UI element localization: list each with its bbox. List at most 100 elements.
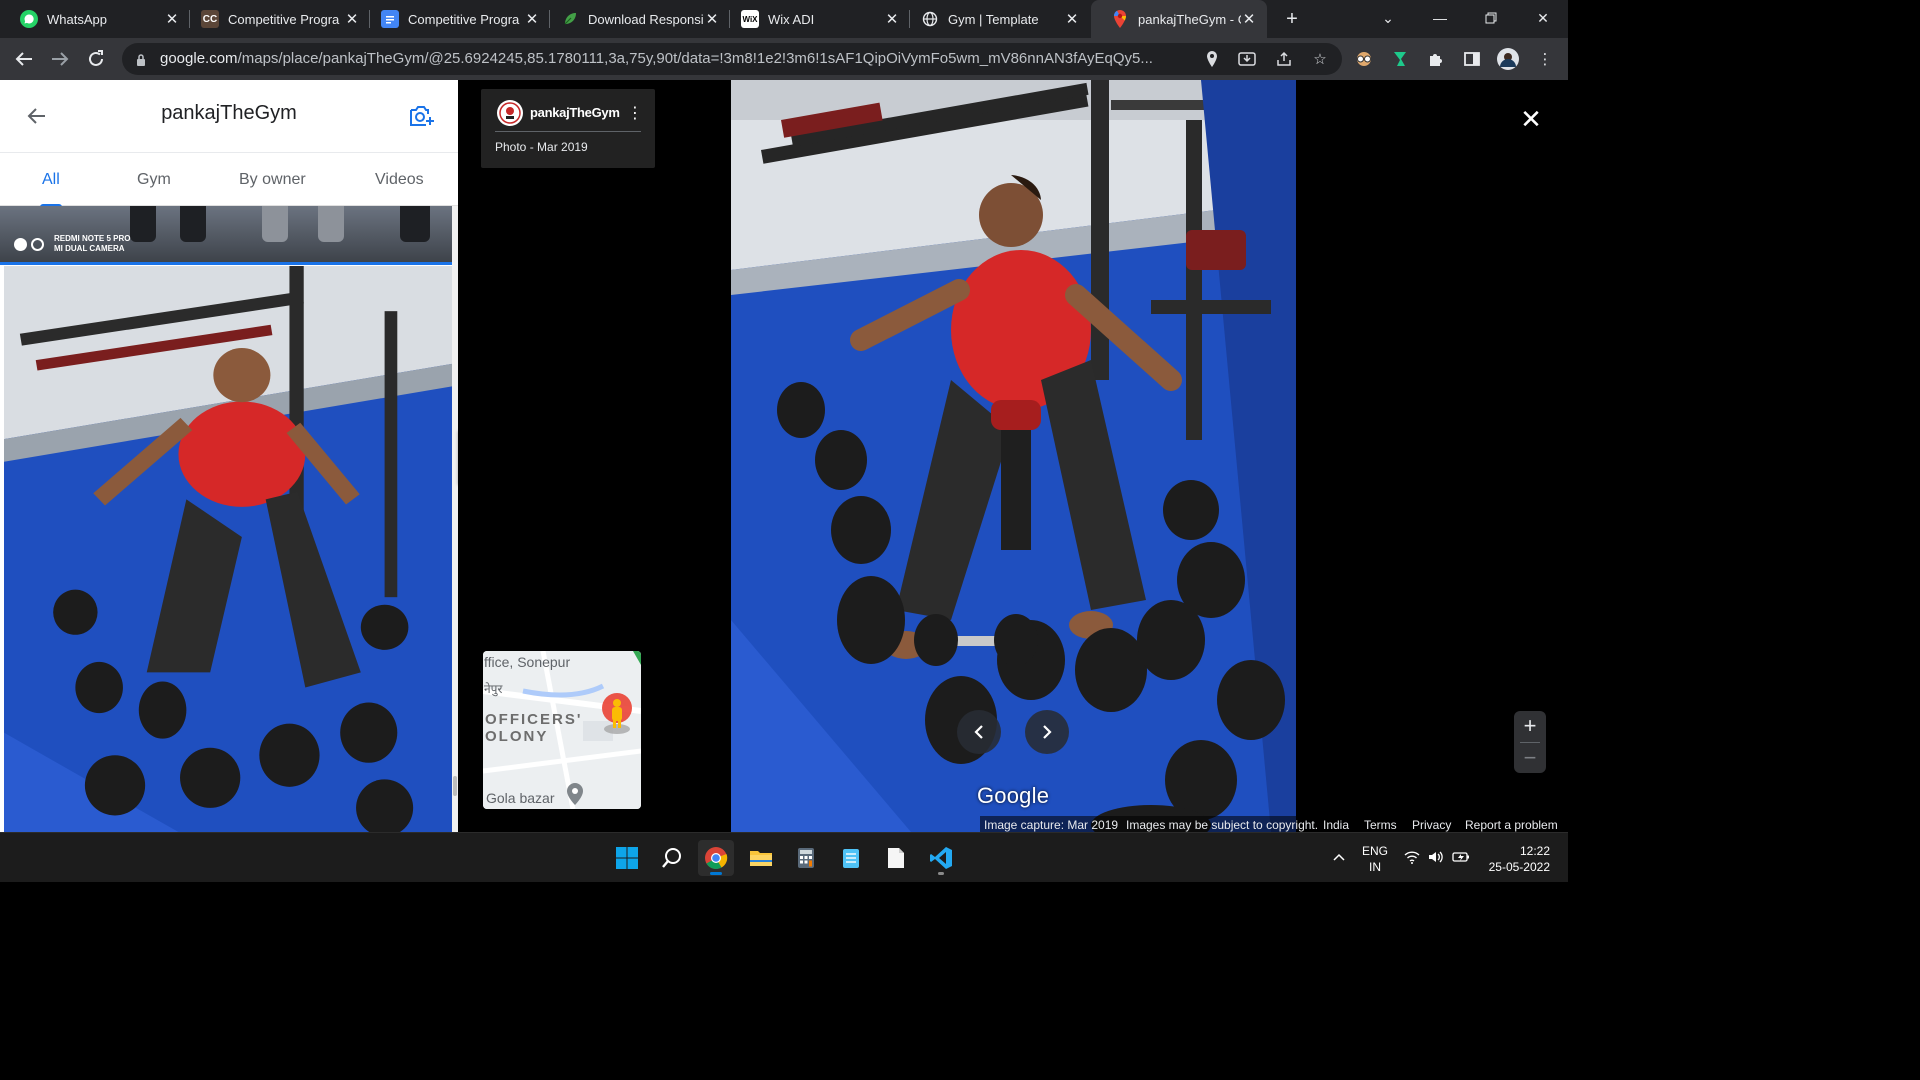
- mini-map[interactable]: ffice, Sonepur नेपुर OFFICERS' OLONY Gol…: [483, 651, 641, 809]
- bookmark-star-icon[interactable]: ☆: [1310, 49, 1330, 69]
- location-pin-icon[interactable]: [1202, 49, 1222, 69]
- calculator-icon[interactable]: [788, 840, 824, 876]
- country-link[interactable]: India: [1323, 818, 1349, 832]
- restore-icon[interactable]: [1476, 4, 1506, 32]
- notepad-icon[interactable]: [833, 840, 869, 876]
- close-viewer-icon[interactable]: ✕: [1516, 104, 1546, 134]
- file-explorer-icon[interactable]: [743, 840, 779, 876]
- privacy-link[interactable]: Privacy: [1412, 818, 1451, 832]
- map-label-officers: OFFICERS': [485, 711, 583, 728]
- show-hidden-icons-icon[interactable]: [1330, 848, 1348, 866]
- tab-gym-label: Gym: [137, 171, 171, 188]
- google-logo: Google: [977, 783, 1050, 808]
- close-tab-icon[interactable]: ✕: [344, 11, 360, 28]
- chrome-taskbar-icon[interactable]: [698, 840, 734, 876]
- map-pin-icon: [566, 783, 584, 805]
- tab-competitive-programming-2[interactable]: Competitive Progra ✕: [361, 0, 550, 38]
- map-label-local: नेपुर: [484, 682, 503, 696]
- start-button[interactable]: [609, 840, 645, 876]
- close-window-icon[interactable]: ✕: [1528, 4, 1558, 32]
- tab-all[interactable]: All: [40, 153, 62, 207]
- close-tab-icon[interactable]: ✕: [884, 11, 900, 28]
- browser-toolbar: google.com/maps/place/pankajTheGym/@25.6…: [0, 38, 1568, 80]
- system-clock[interactable]: 12:22 25-05-2022: [1482, 843, 1550, 875]
- input-language[interactable]: ENG IN: [1362, 843, 1388, 875]
- tab-by-owner[interactable]: By owner: [239, 153, 306, 207]
- photo-viewer: pankajTheGym ⋮ Photo - Mar 2019 ffice, S…: [458, 80, 1568, 832]
- vscode-icon[interactable]: [923, 840, 959, 876]
- photo-date: Photo - Mar 2019: [495, 140, 588, 154]
- zoom-out-button[interactable]: −: [1514, 743, 1546, 773]
- language-code: ENG: [1362, 844, 1389, 858]
- close-tab-icon[interactable]: ✕: [1064, 11, 1080, 28]
- new-tab-button[interactable]: +: [1279, 6, 1305, 32]
- tab-title: pankajTheGym - Go: [1138, 11, 1241, 27]
- close-tab-icon[interactable]: ✕: [1241, 11, 1257, 28]
- photo-info-card: pankajTheGym ⋮ Photo - Mar 2019: [481, 89, 655, 168]
- tab-whatsapp[interactable]: WhatsApp ✕: [0, 0, 190, 38]
- extension-green-icon[interactable]: [1388, 47, 1412, 71]
- profile-avatar[interactable]: [1496, 47, 1520, 71]
- previous-photo-button[interactable]: [957, 710, 1001, 754]
- photo-filter-tabs: All Gym By owner Videos: [0, 152, 458, 207]
- main-photo[interactable]: [731, 80, 1296, 832]
- tab-search-icon[interactable]: ⌄: [1373, 4, 1403, 32]
- volume-icon[interactable]: [1427, 848, 1445, 866]
- close-tab-icon[interactable]: ✕: [704, 11, 720, 28]
- camera-watermark-icon: [14, 238, 48, 256]
- url-host: google.com: [160, 50, 238, 67]
- tab-gym-template[interactable]: Gym | Template ✕: [901, 0, 1090, 38]
- place-title: pankajTheGym: [161, 102, 297, 124]
- watermark-line1: REDMI NOTE 5 PRO: [54, 234, 131, 243]
- extension-glasses-icon[interactable]: [1352, 47, 1376, 71]
- tab-wix-adi[interactable]: WiX Wix ADI ✕: [721, 0, 910, 38]
- whatsapp-icon: [20, 10, 38, 28]
- terms-link[interactable]: Terms: [1364, 818, 1397, 832]
- viewer-footer: Image capture: Mar 2019 Images may be su…: [980, 816, 1568, 832]
- tab-videos[interactable]: Videos: [375, 153, 424, 207]
- zoom-in-button[interactable]: +: [1514, 711, 1546, 741]
- more-options-icon[interactable]: ⋮: [627, 101, 643, 125]
- contributor-avatar[interactable]: [497, 100, 523, 126]
- photo-thumbnail-selected[interactable]: [4, 266, 452, 832]
- tab-pankajthegym-maps[interactable]: pankajTheGym - Go ✕: [1091, 0, 1267, 38]
- tab-download-responsive[interactable]: Download Responsi ✕: [541, 0, 730, 38]
- install-app-icon[interactable]: [1237, 49, 1257, 69]
- chrome-menu-icon[interactable]: ⋮: [1533, 47, 1557, 71]
- minimize-icon[interactable]: —: [1425, 4, 1455, 32]
- contributor-name[interactable]: pankajTheGym: [530, 105, 620, 120]
- search-icon[interactable]: [654, 840, 690, 876]
- report-problem-link[interactable]: Report a problem: [1465, 818, 1558, 832]
- share-icon[interactable]: [1274, 49, 1294, 69]
- clock-time: 12:22: [1519, 844, 1550, 858]
- address-bar[interactable]: google.com/maps/place/pankajTheGym/@25.6…: [122, 43, 1342, 75]
- panel-header: pankajTheGym: [0, 80, 458, 152]
- forward-icon[interactable]: [46, 45, 74, 73]
- tab-competitive-programming-1[interactable]: CC Competitive Progra ✕: [181, 0, 370, 38]
- lock-icon[interactable]: [134, 51, 148, 67]
- maps-pin-icon: [1111, 10, 1129, 28]
- close-tab-icon[interactable]: ✕: [524, 11, 540, 28]
- back-icon[interactable]: [10, 45, 38, 73]
- zoom-control: + −: [1514, 711, 1546, 773]
- next-photo-button[interactable]: [1025, 710, 1069, 754]
- pegman-icon[interactable]: [600, 691, 634, 739]
- wifi-icon[interactable]: [1403, 848, 1421, 866]
- running-app-indicator: [938, 872, 944, 875]
- add-photo-icon[interactable]: [408, 102, 436, 130]
- image-capture-date: Image capture: Mar 2019: [984, 818, 1119, 832]
- tab-title: Gym | Template: [948, 11, 1039, 27]
- tab-gym[interactable]: Gym: [137, 153, 171, 207]
- active-app-indicator: [710, 872, 722, 875]
- photo-thumbnail[interactable]: REDMI NOTE 5 PRO MI DUAL CAMERA: [0, 206, 452, 264]
- tab-title: Download Responsi: [588, 11, 704, 27]
- copyright-notice: Images may be subject to copyright.: [1126, 818, 1319, 832]
- battery-icon[interactable]: [1452, 848, 1470, 866]
- tab-title: Competitive Progra: [228, 11, 340, 27]
- extensions-puzzle-icon[interactable]: [1424, 47, 1448, 71]
- side-panel-icon[interactable]: [1460, 47, 1484, 71]
- close-tab-icon[interactable]: ✕: [164, 11, 180, 28]
- document-icon[interactable]: [878, 840, 914, 876]
- globe-icon: [921, 10, 939, 28]
- reload-icon[interactable]: [82, 45, 110, 73]
